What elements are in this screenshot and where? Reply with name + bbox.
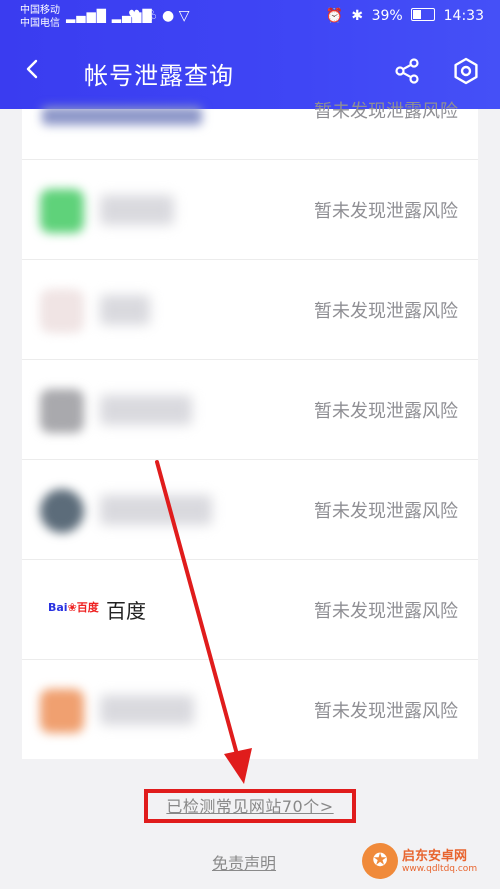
site-name — [100, 195, 174, 225]
list-item[interactable]: 暂未发现泄露风险 — [22, 159, 478, 260]
site-logo-icon — [40, 689, 84, 733]
site-logo-icon — [40, 289, 84, 333]
list-item[interactable]: 暂未发现泄露风险 — [22, 459, 478, 560]
battery-percent: 39% — [371, 8, 403, 24]
carrier-labels: 中国移动 中国电信 — [20, 4, 60, 30]
risk-status: 暂未发现泄露风险 — [314, 301, 458, 322]
carrier-1: 中国移动 — [20, 5, 60, 16]
baidu-paw: ❀ — [67, 601, 77, 614]
site-logo-icon — [40, 189, 84, 233]
site-logo-icon — [40, 489, 84, 533]
carrier-2: 中国电信 — [20, 18, 60, 29]
site-logo-icon — [40, 389, 84, 433]
list-item[interactable]: 暂未发现泄露风险 — [22, 259, 478, 360]
heart-rate-icon: ♥ — [128, 8, 141, 24]
site-logo-icon — [42, 107, 202, 125]
risk-status: 暂未发现泄露风险 — [314, 601, 458, 622]
site-name — [100, 295, 150, 325]
highlight-box: 已检测常见网站70个> — [144, 789, 356, 823]
baidu-logo-latin: Bai — [48, 601, 68, 614]
risk-status: 暂未发现泄露风险 — [314, 701, 458, 722]
results-list: 暂未发现泄露风险 暂未发现泄露风险 暂未发现泄露风险 暂未发现泄露风险 暂未发现… — [22, 101, 478, 759]
qq-icon: ♧ — [145, 8, 158, 24]
site-name: 百度 — [106, 599, 146, 623]
baidu-logo-chinese: 百度 — [76, 601, 99, 614]
site-name — [100, 395, 192, 425]
disclaimer-link[interactable]: 免责声明 — [212, 850, 276, 874]
list-item[interactable]: Bai❀百度 百度 暂未发现泄露风险 — [22, 559, 478, 660]
site-name — [100, 495, 212, 525]
shield-icon: ▽ — [178, 8, 190, 24]
list-item[interactable]: 暂未发现泄露风险 — [22, 359, 478, 460]
watermark-brand: 启东安卓网 — [402, 849, 468, 864]
watermark-url: www.qdltdq.com — [402, 864, 478, 874]
status-right: ⏰ ✱ 39% 14:33 — [322, 8, 484, 24]
watermark: ✪ 启东安卓网 www.qdltdq.com — [362, 843, 492, 883]
site-name — [100, 695, 194, 725]
battery-icon — [411, 8, 436, 21]
risk-status: 暂未发现泄露风险 — [314, 401, 458, 422]
list-item[interactable]: 暂未发现泄露风险 — [22, 659, 478, 759]
watermark-logo-icon: ✪ — [362, 843, 398, 879]
status-bar: 中国移动 中国电信 ▂▄▆█ ▂▄▆█ ♥ ♧ ● ▽ ⏰ ✱ 39% 14:3… — [0, 0, 500, 36]
baidu-logo-icon: Bai❀百度 — [48, 599, 99, 615]
list-item[interactable]: 暂未发现泄露风险 — [22, 59, 478, 160]
checked-sites-link[interactable]: 已检测常见网站70个> — [148, 793, 352, 819]
risk-status: 暂未发现泄露风险 — [314, 201, 458, 222]
risk-status: 暂未发现泄露风险 — [314, 501, 458, 522]
chat-icon: ● — [162, 8, 175, 24]
alarm-icon: ⏰ — [325, 8, 343, 24]
risk-status: 暂未发现泄露风险 — [314, 101, 458, 122]
clock: 14:33 — [443, 8, 484, 24]
notification-icons: ♥ ♧ ● ▽ — [128, 8, 189, 24]
watermark-text: 启东安卓网 www.qdltdq.com — [402, 845, 477, 874]
bluetooth-icon: ✱ — [351, 8, 364, 24]
